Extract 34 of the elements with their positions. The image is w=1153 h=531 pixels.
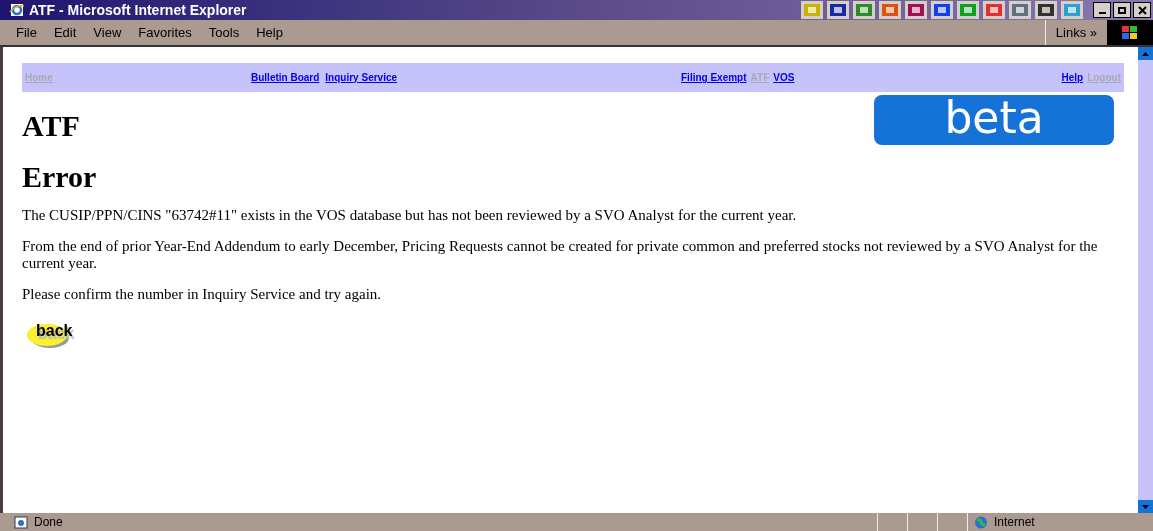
- minimize-button[interactable]: [1093, 2, 1111, 18]
- page-heading: ATF: [22, 108, 81, 144]
- message-paragraph: The CUSIP/PPN/CINS "63742#11" exists in the VOS database but has not been reviewed by a SVO Analyst for the current year.: [22, 207, 798, 224]
- nav-link[interactable]: VOS: [773, 70, 795, 85]
- menu-item[interactable]: Edit: [45, 20, 85, 45]
- globe-icon: [974, 515, 988, 529]
- nav-link[interactable]: Filing Exempt: [681, 70, 747, 85]
- menu-item[interactable]: Help: [248, 20, 291, 45]
- links-toolbar-button[interactable]: Links »: [1045, 22, 1107, 43]
- menu-item[interactable]: Tools: [200, 20, 248, 45]
- status-text: Done: [34, 514, 63, 531]
- menu-item[interactable]: Favorites: [130, 20, 200, 45]
- toolbar-app-icon[interactable]: [1035, 1, 1057, 19]
- nav-link[interactable]: Inquiry Service: [325, 70, 398, 85]
- beta-logo: beta: [874, 95, 1114, 145]
- window-title: ATF - Microsoft Internet Explorer: [29, 0, 247, 20]
- menu-item[interactable]: View: [85, 20, 130, 45]
- windows-logo-icon: [1107, 20, 1153, 45]
- close-button[interactable]: [1133, 2, 1151, 18]
- toolbar-app-icon[interactable]: [931, 1, 953, 19]
- security-zone-text: Internet: [994, 514, 1035, 531]
- message-paragraph: From the end of prior Year-End Addendum to early December, Pricing Requests cannot be created for private common and preferred stocks not reviewed by a SVO Analyst for the current year.: [22, 238, 1099, 272]
- restore-button[interactable]: [1113, 2, 1131, 18]
- toolbar-app-icon[interactable]: [905, 1, 927, 19]
- browser-icon: [9, 2, 25, 18]
- error-heading: Error: [22, 159, 97, 195]
- toolbar-app-icon[interactable]: [827, 1, 849, 19]
- message-paragraph: Please confirm the number in Inquiry Service and try again.: [22, 286, 383, 303]
- nav-link[interactable]: Bulletin Board: [251, 70, 320, 85]
- close-icon: [1137, 5, 1147, 15]
- nav-link[interactable]: Help: [1061, 70, 1084, 85]
- scrollbar[interactable]: [1138, 47, 1153, 513]
- menu-item[interactable]: File: [8, 20, 45, 45]
- page-icon: [14, 515, 28, 529]
